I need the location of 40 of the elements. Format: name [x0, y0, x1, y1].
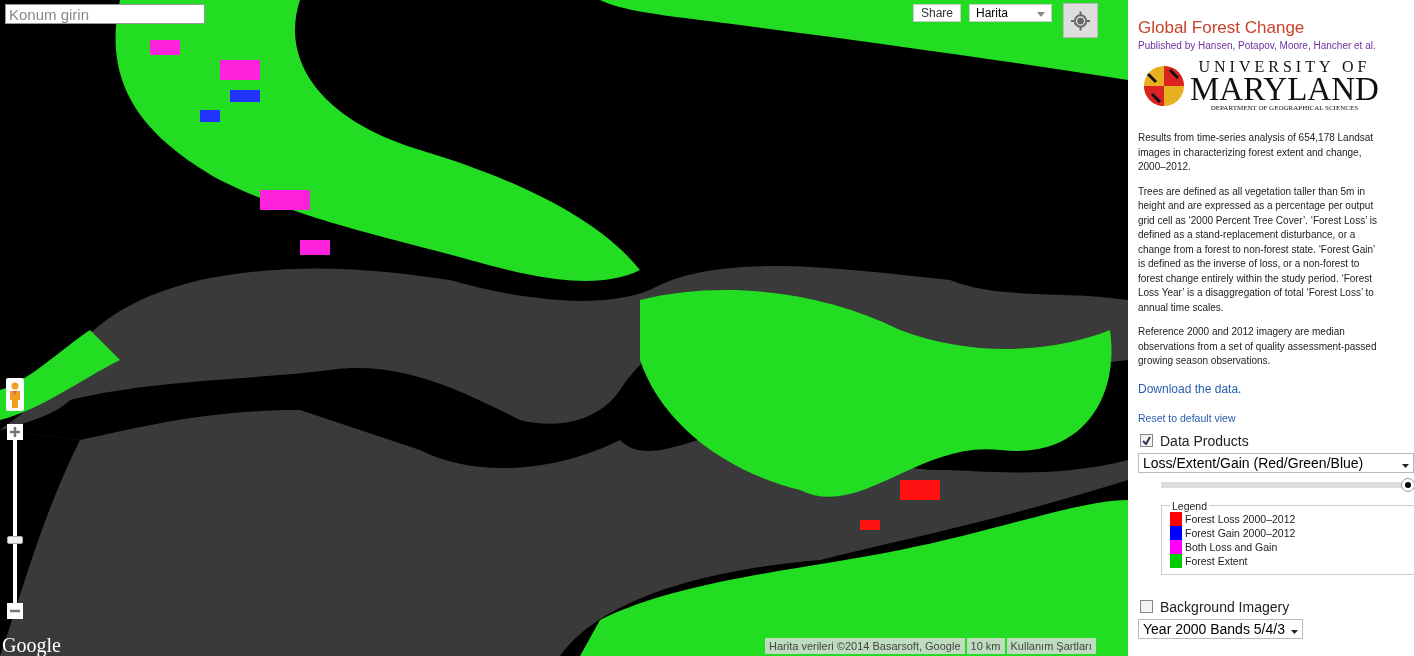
layer-dropdown[interactable]: Year 2000 Bands 5/4/3 [1138, 618, 1303, 639]
map-type-dropdown[interactable]: Harita [969, 4, 1052, 22]
legend-label: Forest Extent [1185, 553, 1248, 568]
crosshair-icon [1070, 9, 1091, 32]
description-paragraph: Results from time-series analysis of 654,178 Landsat images in characterizing forest extent and change, 2000–2012. [1138, 131, 1375, 174]
reset-view-link[interactable]: Reset to default view [1138, 411, 1236, 424]
author-byline: Published by Hansen, Potapov, Moore, Hancher et al. [1138, 40, 1377, 51]
opacity-slider-thumb[interactable] [1401, 477, 1414, 492]
app-title: Global Forest Change [1138, 18, 1306, 38]
zoom-in-button[interactable] [7, 424, 23, 440]
legend-title: Legend [1171, 499, 1209, 512]
layer-label: Background Imagery [1160, 598, 1290, 615]
description-paragraph: Reference 2000 and 2012 imagery are median observations from a set of quality assessment-passed growing season observations. [1138, 325, 1378, 368]
layer-checkbox[interactable] [1140, 434, 1153, 447]
terms-link[interactable]: Kullanım Şartları [1006, 638, 1096, 654]
download-link[interactable]: Download the data. [1138, 381, 1242, 396]
logo-text: UNIVERSITY OF [1198, 59, 1371, 75]
zoom-slider-thumb[interactable] [7, 535, 23, 544]
legend-label: Both Loss and Gain [1185, 539, 1278, 554]
layer-checkbox[interactable] [1140, 600, 1153, 613]
scale-bar: 10 km [966, 638, 1005, 654]
caret-icon [1037, 12, 1045, 17]
zoom-out-button[interactable] [7, 603, 23, 619]
legend-label: Forest Gain 2000–2012 [1185, 525, 1296, 540]
plus-icon [10, 427, 20, 437]
shield-icon [1142, 64, 1186, 108]
logo-text: MARYLAND [1190, 75, 1379, 103]
my-location-button[interactable] [1063, 3, 1098, 38]
share-button[interactable]: Share [913, 4, 962, 22]
layer-dropdown[interactable]: Loss/Extent/Gain (Red/Green/Blue) [1138, 452, 1414, 473]
map-logo: Google [2, 634, 61, 656]
forest-map-drawing[interactable] [0, 0, 1128, 656]
caret-icon [1290, 629, 1298, 634]
pegman-icon[interactable] [6, 378, 24, 411]
map-attribution: Harita verileri ©2014 Basarsoft, Google [765, 638, 965, 654]
legend-label: Forest Loss 2000–2012 [1185, 512, 1296, 526]
caret-icon [1402, 463, 1409, 468]
description-paragraph: Trees are defined as all vegetation taller than 5m in height and are expressed as a percentage per output grid cell as ‘2000 Percent Tree Cover’. ‘Forest Loss’ is defined as a stand-replacement disturbance, or a change from a forest to non-forest state. ‘Forest Gain’ is defined as the inverse of loss, or a non-forest to forest change entirely within the study period. ‘Forest Loss Year’ is a disaggregation of total ‘Forest Loss’ to annual time scales. [1138, 184, 1378, 315]
layer-label: Data Products [1160, 432, 1249, 449]
location-search-field[interactable]: Konum girin [5, 4, 205, 24]
